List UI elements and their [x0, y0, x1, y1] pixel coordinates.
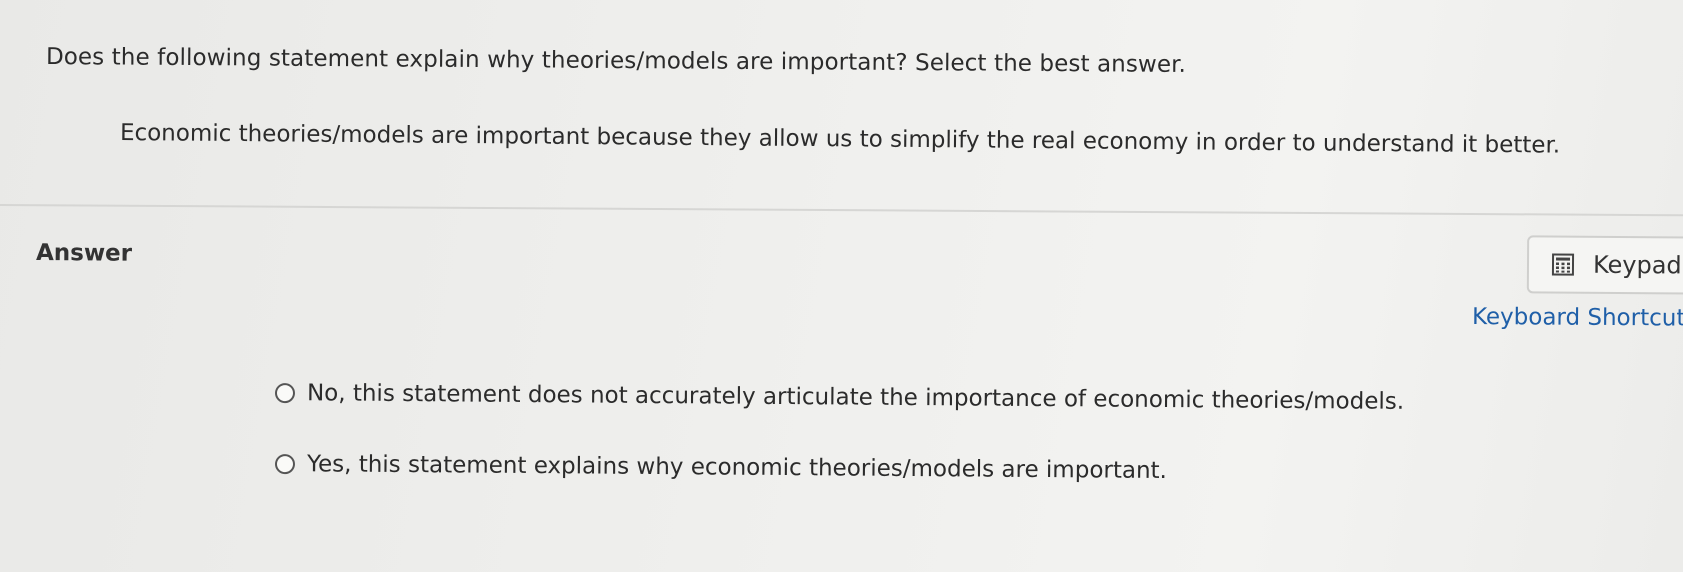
- keypad-label: Keypad: [1592, 250, 1682, 280]
- keypad-button[interactable]: Keypad: [1526, 235, 1683, 295]
- keyboard-shortcuts-link[interactable]: Keyboard Shortcuts: [1472, 304, 1683, 332]
- option-label: No, this statement does not accurately a…: [306, 380, 1405, 415]
- answer-heading: Answer: [35, 240, 133, 267]
- question-statement: Economic theories/models are important b…: [119, 120, 1561, 159]
- option-label: Yes, this statement explains why economi…: [306, 451, 1168, 485]
- radio-button[interactable]: [274, 383, 296, 404]
- answer-option-no[interactable]: No, this statement does not accurately a…: [274, 380, 1405, 415]
- answer-option-yes[interactable]: Yes, this statement explains why economi…: [274, 451, 1168, 485]
- calculator-icon: [1551, 253, 1575, 277]
- question-prompt: Does the following statement explain why…: [45, 44, 1187, 78]
- radio-button[interactable]: [274, 454, 296, 475]
- section-divider: [0, 204, 1683, 217]
